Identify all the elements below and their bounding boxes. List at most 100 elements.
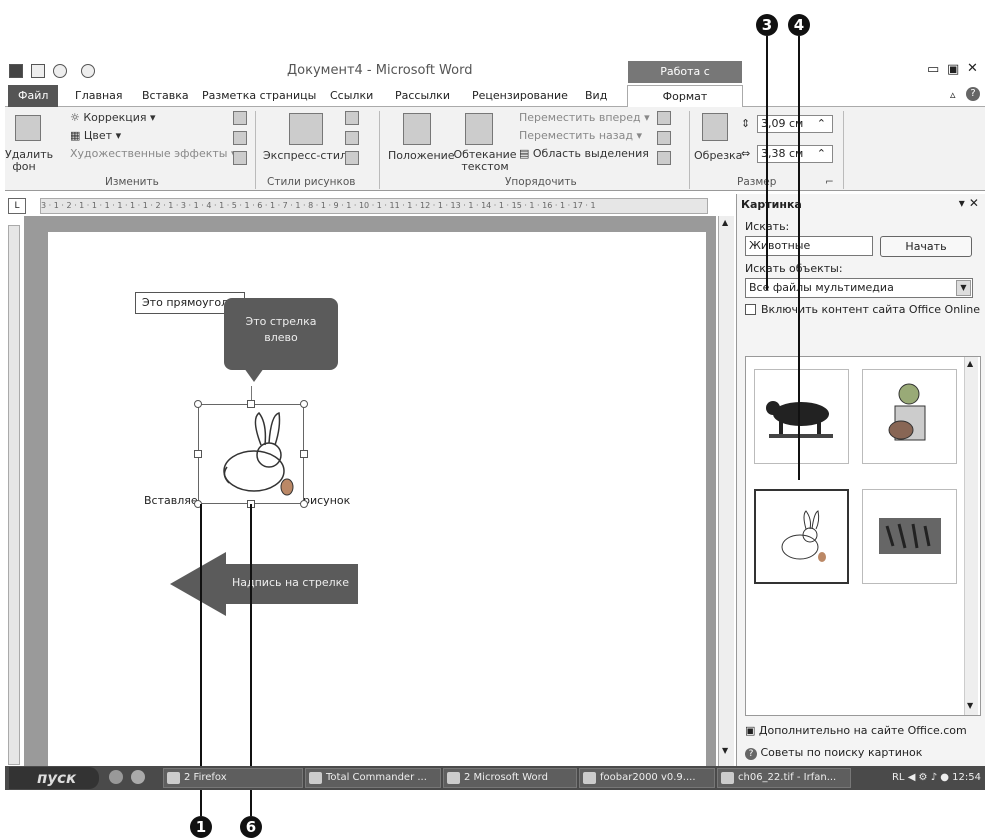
language-indicator[interactable]: RL xyxy=(892,772,905,783)
rabbit-thumb-clipart xyxy=(781,510,826,562)
compress-icon[interactable] xyxy=(233,111,247,125)
close-icon[interactable]: ✕ xyxy=(967,61,978,76)
width-field[interactable]: 3,38 см ⌃ xyxy=(757,145,833,163)
resize-handle-e[interactable] xyxy=(300,450,308,458)
taskbar-irfanview[interactable]: ch06_22.tif - Irfan... xyxy=(717,768,851,788)
start-search-button[interactable]: Начать xyxy=(880,236,972,257)
picture-effects-icon[interactable] xyxy=(345,131,359,145)
veterinarian-clipart xyxy=(888,383,926,441)
resize-handle-n[interactable] xyxy=(247,400,255,408)
tab-format[interactable]: Формат xyxy=(627,85,743,108)
callout-shape[interactable]: Это стрелка влево xyxy=(224,298,338,370)
result-vet[interactable] xyxy=(862,369,957,464)
taskbar-firefox[interactable]: 2 Firefox xyxy=(163,768,303,788)
taskbar-foobar[interactable]: foobar2000 v0.9.... xyxy=(579,768,715,788)
question-icon: ? xyxy=(745,748,757,760)
tab-page-layout[interactable]: Разметка страницы xyxy=(202,85,316,107)
taskbar-total-commander[interactable]: Total Commander ... xyxy=(305,768,441,788)
horizontal-ruler[interactable]: 3 · 1 · 2 · 1 · 1 · 1 · 1 · 1 · 1 · 2 · … xyxy=(40,198,708,214)
chevron-down-icon: ▼ xyxy=(956,280,971,296)
crop-button[interactable]: Обрезка xyxy=(694,149,742,162)
quick-styles-icon[interactable] xyxy=(289,113,323,145)
taskbar-word[interactable]: 2 Microsoft Word xyxy=(443,768,577,788)
group-arrange-label: Упорядочить xyxy=(505,176,577,188)
search-tips-link[interactable]: ? Советы по поиску картинок xyxy=(745,746,922,760)
tab-home[interactable]: Главная xyxy=(75,85,123,107)
tab-file[interactable]: Файл xyxy=(8,85,59,107)
reset-picture-icon[interactable] xyxy=(233,151,247,165)
result-cow[interactable] xyxy=(754,369,849,464)
restore-icon[interactable]: ▣ xyxy=(947,62,959,77)
tab-insert[interactable]: Вставка xyxy=(142,85,189,107)
resize-handle-nw[interactable] xyxy=(194,400,202,408)
ribbon-tabs: Файл Главная Вставка Разметка страницы С… xyxy=(5,85,985,108)
color-button[interactable]: ▦ Цвет ▾ xyxy=(70,129,121,142)
media-types-select[interactable]: Все файлы мультимедиа ▼ xyxy=(745,278,973,298)
align-icon[interactable] xyxy=(657,111,671,125)
resize-handle-se[interactable] xyxy=(300,500,308,508)
tab-selector-button[interactable]: L xyxy=(8,198,26,214)
resize-handle-w[interactable] xyxy=(194,450,202,458)
document-scrollbar[interactable]: ▲ ▼ xyxy=(718,216,734,766)
result-rabbit[interactable] xyxy=(754,489,849,584)
left-arrow-shape[interactable]: Надпись на стрелке xyxy=(170,552,360,616)
correction-button[interactable]: ☼ Коррекция ▾ xyxy=(70,111,156,124)
callout-1: 1 xyxy=(190,816,212,838)
taskbar: пуск 2 Firefox Total Commander ... 2 Mic… xyxy=(5,766,985,790)
minimize-icon[interactable]: ▭ xyxy=(927,62,939,77)
callout-tail xyxy=(244,368,264,382)
redo-icon[interactable] xyxy=(81,64,95,78)
height-field[interactable]: 3,09 см ⌃ xyxy=(757,115,833,133)
pane-close-icon[interactable]: ▾ ✕ xyxy=(959,196,979,210)
search-input[interactable]: Животные xyxy=(745,236,873,256)
cow-clipart xyxy=(766,401,833,438)
office-icon: ▣ xyxy=(745,724,759,737)
callout-4: 4 xyxy=(788,14,810,36)
quick-launch-icon[interactable] xyxy=(109,770,123,784)
bring-forward-button[interactable]: Переместить вперед ▾ xyxy=(519,111,650,124)
artistic-effects-button[interactable]: Художественные эффекты ▾ xyxy=(70,147,236,160)
selection-pane-button[interactable]: ▤ Область выделения xyxy=(519,147,649,160)
undo-icon[interactable] xyxy=(53,64,67,78)
picture-layout-icon[interactable] xyxy=(345,151,359,165)
picture-border-icon[interactable] xyxy=(345,111,359,125)
word-app-icon[interactable] xyxy=(9,64,23,78)
wrap-text-right: рисунок xyxy=(303,494,351,507)
help-icon[interactable]: ? xyxy=(966,87,980,101)
position-icon[interactable] xyxy=(403,113,431,145)
remove-background-icon[interactable] xyxy=(15,115,41,141)
callout-line-4 xyxy=(798,36,800,480)
save-icon[interactable] xyxy=(31,64,45,78)
start-button[interactable]: пуск xyxy=(9,767,99,789)
tab-review[interactable]: Рецензирование xyxy=(472,85,568,107)
resize-handle-ne[interactable] xyxy=(300,400,308,408)
tab-references[interactable]: Ссылки xyxy=(330,85,373,107)
tab-view[interactable]: Вид xyxy=(585,85,607,107)
system-tray: RL ◀ ⚙ ♪ ● 12:54 xyxy=(892,768,981,788)
size-dialog-launcher-icon[interactable]: ⌐ xyxy=(825,176,834,188)
position-button[interactable]: Положение xyxy=(388,149,455,162)
minimize-ribbon-icon[interactable]: ▵ xyxy=(950,88,956,101)
include-online-checkbox[interactable] xyxy=(745,304,756,315)
more-on-office-link[interactable]: ▣ Дополнительно на сайте Office.com xyxy=(745,724,967,737)
selected-picture[interactable] xyxy=(198,404,304,504)
change-picture-icon[interactable] xyxy=(233,131,247,145)
selection-pane-icon: ▤ xyxy=(519,147,533,160)
send-backward-button[interactable]: Переместить назад ▾ xyxy=(519,129,642,142)
tray-icons[interactable]: ◀ ⚙ ♪ ● xyxy=(908,772,952,783)
rotate-icon[interactable] xyxy=(657,151,671,165)
clip-art-pane: Картинка ▾ ✕ Искать: Животные Начать Иск… xyxy=(736,194,985,766)
result-tiger[interactable] xyxy=(862,489,957,584)
tab-mailings[interactable]: Рассылки xyxy=(395,85,450,107)
wrap-text-button[interactable]: Обтекание текстом xyxy=(451,149,519,173)
group-icon[interactable] xyxy=(657,131,671,145)
wrap-text-icon[interactable] xyxy=(465,113,493,145)
quick-styles-button[interactable]: Экспресс-стили xyxy=(263,149,354,162)
vertical-ruler[interactable] xyxy=(8,225,20,765)
crop-icon[interactable] xyxy=(702,113,728,141)
callout-3: 3 xyxy=(756,14,778,36)
results-scrollbar[interactable]: ▲ ▼ xyxy=(964,357,978,715)
rabbit-clipart xyxy=(223,411,294,496)
browser-launch-icon[interactable] xyxy=(131,770,145,784)
remove-background-button[interactable]: Удалить фон xyxy=(5,149,53,173)
